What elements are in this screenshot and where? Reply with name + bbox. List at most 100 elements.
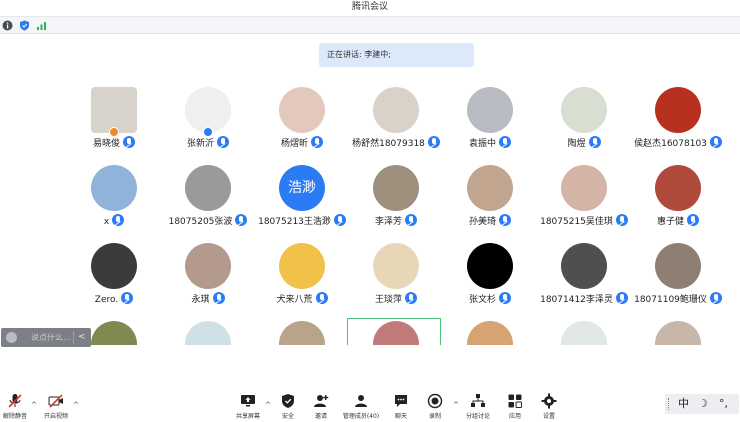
moon-icon[interactable]: ☽ [698,394,708,414]
mic-muted-icon [687,214,699,226]
settings-button[interactable]: 设置 [537,390,561,422]
participant-tile[interactable]: 18071109鲍珊仪 [618,243,738,313]
participant-name-row: 惠子健 [618,214,738,228]
add-user-icon [314,395,329,407]
mic-muted-icon [405,292,417,304]
audio-options-caret[interactable]: ^ [31,401,37,409]
mic-muted-icon [499,136,511,148]
invite-label: 邀请 [314,413,327,420]
mic-muted-icon [588,136,601,148]
video-options-caret[interactable]: ^ [73,401,79,409]
mic-muted-icon [311,136,323,148]
unmute-button[interactable]: 解除静音 [0,390,30,422]
participant-name: 侯赵杰16078103 [634,139,707,149]
meeting-toolbar: 解除静音 ^ 开启视频 ^ 共享屏幕 ^ 安全 邀请 管理成员(40) 聊天 录… [0,390,740,422]
chat-label: 聊天 [394,413,407,420]
collapse-chat-button[interactable]: < [78,328,86,347]
participant-name: 陶煜 [567,139,586,149]
record-options-caret[interactable]: ^ [453,401,459,409]
mic-muted-icon [121,292,134,304]
participant-name-row: 侯赵杰16078103 [618,136,738,150]
speaking-names: 李建中; [364,50,391,59]
ime-drag-handle[interactable] [668,398,670,410]
speaking-label: 正在讲话: [327,50,362,59]
avatar [185,321,231,345]
mic-muted-icon [315,292,328,304]
share-label: 共享屏幕 [235,413,260,420]
participant-grid: 正在讲话: 李建中; 易晓俊 张新沂 杨熠昕 杨舒然18079318 袁振中 陶煜 侯赵杰1… [0,0,740,345]
avatar [655,321,701,345]
avatar [91,165,137,211]
unmute-label: 解除静音 [2,413,27,420]
avatar [279,87,325,133]
avatar [655,87,701,133]
participant-name: 杨舒然18079318 [352,139,425,149]
avatar [279,321,325,345]
emoji-icon[interactable] [6,332,17,343]
avatar [91,321,137,345]
participant-name: 袁振中 [468,139,496,149]
quick-chat-box[interactable]: 说点什么... < [1,328,91,347]
participant-tile[interactable]: 惠子健 [618,165,738,235]
participant-name: 张新沂 [186,139,214,149]
avatar [655,165,701,211]
camera-off-icon [48,394,63,408]
avatar [561,87,607,133]
participant-name: 孙美琦 [468,217,496,227]
avatar [467,243,513,289]
share-options-caret[interactable]: ^ [265,401,271,409]
security-label: 安全 [281,413,294,420]
record-label: 录制 [428,413,441,420]
participant-tile[interactable] [618,321,738,345]
participant-name: 18075215吴佳琪 [540,217,613,227]
avatar [467,165,513,211]
video-button[interactable]: 开启视频 [40,390,72,422]
avatar [373,87,419,133]
participant-tile[interactable]: 侯赵杰16078103 [618,87,738,157]
mic-muted-icon [499,292,511,304]
shield-icon [282,394,294,408]
chat-placeholder: 说点什么... [31,333,71,342]
chat-button[interactable]: 聊天 [389,390,413,422]
mic-muted-icon [112,214,125,226]
avatar: 浩渺 [279,165,325,211]
mic-muted-icon [212,292,225,304]
ime-toolbar[interactable]: 中 ☽ °, [665,394,739,414]
security-button[interactable]: 安全 [276,390,300,422]
avatar-text: 浩渺 [288,180,316,196]
participant-name: 18075213王浩渺 [258,217,331,227]
participant-name: 犬来八荒 [276,295,313,305]
mic-muted-icon [709,292,722,304]
share-screen-button[interactable]: 共享屏幕 [233,390,263,422]
participant-name: Zero. [94,295,119,305]
avatar [561,165,607,211]
mic-muted-icon [405,214,417,226]
apps-button[interactable]: 应用 [503,390,527,422]
ime-mode-toggle[interactable]: 中 [678,394,689,414]
manage-members-button[interactable]: 管理成员(40) [340,390,382,422]
members-icon [355,395,367,407]
mic-muted-icon [217,136,229,148]
avatar [561,321,607,345]
mic-muted-icon [709,136,722,148]
record-button[interactable]: 录制 [423,390,447,422]
avatar [185,165,231,211]
breakout-rooms-icon [471,394,485,407]
video-label: 开启视频 [43,413,68,420]
invite-button[interactable]: 邀请 [309,390,333,422]
participant-name: 王琰萍 [374,295,402,305]
monitor-icon [241,395,255,407]
breakout-label: 分组讨论 [465,413,490,420]
participant-name: 张文杉 [468,295,496,305]
chat-divider [73,331,74,344]
speaking-indicator: 正在讲话: 李建中; [319,43,474,67]
breakout-button[interactable]: 分组讨论 [463,390,493,422]
ime-punctuation-toggle[interactable]: °, [719,394,728,414]
active-speaker-frame [347,318,441,345]
gear-icon [541,393,557,409]
mic-muted-icon [123,136,135,148]
avatar [467,87,513,133]
participant-name: 李泽芳 [374,217,402,227]
participant-name: 18071412李泽灵 [540,295,613,305]
participant-name: 18075205张波 [168,217,233,227]
